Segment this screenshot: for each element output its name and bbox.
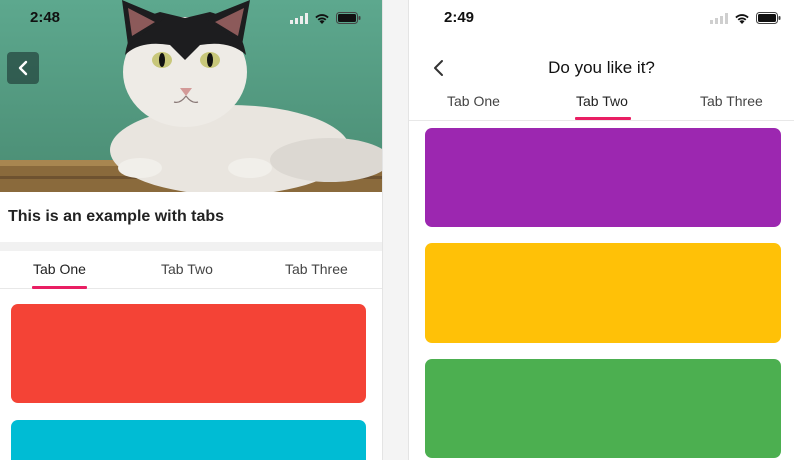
battery-icon xyxy=(756,12,781,24)
tab-bar: Tab One Tab Two Tab Three xyxy=(409,83,794,121)
color-card-purple xyxy=(425,128,781,227)
section-divider xyxy=(0,242,382,251)
cellular-signal-icon xyxy=(290,12,308,24)
tab-indicator xyxy=(32,286,87,289)
tab-one[interactable]: Tab One xyxy=(33,261,86,277)
tab-indicator xyxy=(575,117,631,120)
color-card-amber xyxy=(425,243,781,343)
tab-bar: Tab One Tab Two Tab Three xyxy=(0,251,382,289)
left-screen: 2:48 This is an example with tabs Tab On… xyxy=(0,0,382,460)
wifi-icon xyxy=(735,13,749,24)
battery-icon xyxy=(336,12,361,24)
nav-header: Do you like it? xyxy=(409,46,794,88)
status-bar: 2:48 xyxy=(0,0,382,36)
tab-three[interactable]: Tab Three xyxy=(700,93,763,109)
right-screen: 2:49 Do you like it? Tab One Tab Two Tab… xyxy=(409,0,794,460)
tab-two[interactable]: Tab Two xyxy=(576,93,628,109)
color-card-red xyxy=(11,304,366,403)
status-bar: 2:49 xyxy=(409,0,794,36)
tab-one[interactable]: Tab One xyxy=(447,93,500,109)
chevron-left-icon xyxy=(18,60,28,76)
screen-separator xyxy=(382,0,409,460)
app-root: 2:48 This is an example with tabs Tab On… xyxy=(0,0,794,460)
back-button[interactable] xyxy=(7,52,39,84)
page-title: Do you like it? xyxy=(548,58,655,77)
color-card-cyan xyxy=(11,420,366,460)
status-time: 2:48 xyxy=(30,9,61,26)
content-title: This is an example with tabs xyxy=(8,208,225,225)
color-card-green xyxy=(425,359,781,458)
tab-three[interactable]: Tab Three xyxy=(285,261,348,277)
status-icons xyxy=(710,12,781,24)
wifi-icon xyxy=(315,13,329,24)
cellular-signal-icon xyxy=(710,12,728,24)
tab-two[interactable]: Tab Two xyxy=(161,261,213,277)
status-icons xyxy=(290,12,361,24)
status-time: 2:49 xyxy=(444,9,475,26)
